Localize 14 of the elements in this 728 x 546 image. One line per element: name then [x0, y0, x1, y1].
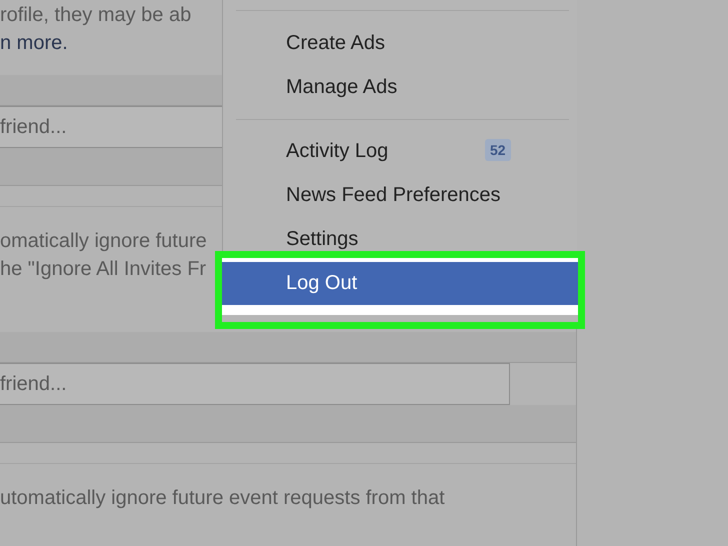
menu-item[interactable]: Log Out — [222, 258, 578, 315]
learn-more-link[interactable]: n more. — [0, 29, 68, 57]
body-text: utomatically ignore future event requests from that — [0, 486, 445, 511]
menu-item[interactable]: Settings — [223, 227, 577, 251]
menu-item[interactable]: Activity Log 52 — [223, 139, 577, 163]
body-text: omatically ignore future — [0, 229, 207, 254]
menu-item[interactable]: Manage Ads — [223, 75, 577, 99]
count-badge: 52 — [485, 139, 511, 161]
friend-input-field[interactable]: friend... — [0, 106, 222, 148]
menu-item[interactable]: News Feed Preferences — [223, 183, 577, 207]
friend-input-field[interactable]: friend... — [0, 363, 510, 405]
body-text: rofile, they may be ab — [0, 3, 192, 28]
body-text: he "Ignore All Invites Fr — [0, 257, 206, 282]
menu-item[interactable]: Create Ads — [223, 31, 577, 55]
